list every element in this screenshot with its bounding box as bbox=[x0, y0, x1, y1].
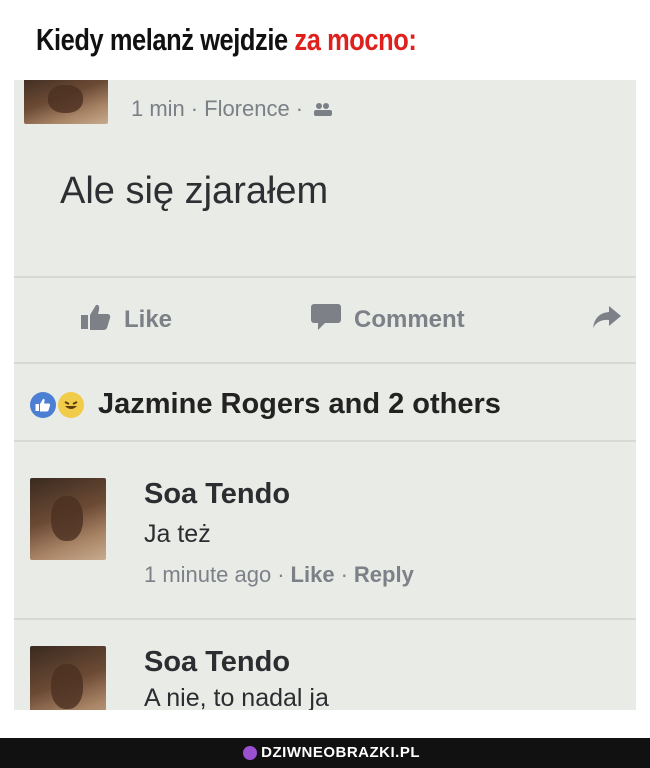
divider bbox=[14, 362, 636, 364]
avatar[interactable] bbox=[24, 80, 108, 124]
divider bbox=[14, 276, 636, 278]
comment-item: Soa Tendo Ja też 1 minute ago · Like · Reply bbox=[14, 478, 636, 598]
avatar[interactable] bbox=[30, 478, 106, 560]
caption-accent-text: za mocno: bbox=[294, 22, 417, 57]
comment-label: Comment bbox=[354, 306, 465, 333]
divider bbox=[14, 440, 636, 442]
comment-text: A nie, to nadal ja bbox=[144, 684, 329, 710]
like-reaction-icon bbox=[30, 391, 56, 418]
comment-author[interactable]: Soa Tendo bbox=[144, 478, 290, 511]
like-label: Like bbox=[124, 306, 173, 333]
reactions-summary[interactable]: Jazmine Rogers and 2 others bbox=[30, 388, 501, 421]
post-location[interactable]: Florence bbox=[204, 96, 290, 121]
haha-reaction-icon bbox=[58, 391, 84, 418]
watermark-text: DZIWNEOBRAZKI.PL bbox=[261, 744, 420, 761]
facebook-post-screenshot: 1 min · Florence · Ale się zjarałem Like Co… bbox=[14, 80, 636, 710]
share-button[interactable] bbox=[592, 298, 622, 342]
comment-text: Ja też bbox=[144, 520, 211, 548]
watermark: DZIWNEOBRAZKI.PL bbox=[243, 744, 420, 761]
like-button[interactable]: Like bbox=[80, 298, 172, 342]
caption-text: Kiedy melanż wejdzie bbox=[36, 22, 295, 57]
post-meta: 1 min · Florence · bbox=[131, 96, 333, 123]
post-text: Ale się zjarałem bbox=[60, 170, 329, 212]
comment-like-link[interactable]: Like bbox=[291, 562, 335, 587]
reaction-names: Jazmine Rogers and 2 others bbox=[98, 388, 501, 420]
comment-bubble-icon bbox=[310, 303, 342, 338]
avatar[interactable] bbox=[30, 646, 106, 710]
share-arrow-icon bbox=[592, 304, 622, 337]
comment-meta: 1 minute ago · Like · Reply bbox=[144, 562, 414, 587]
footer-bar: DZIWNEOBRAZKI.PL bbox=[0, 738, 650, 768]
comment-item: Soa Tendo A nie, to nadal ja bbox=[14, 646, 636, 710]
group-icon bbox=[313, 97, 333, 123]
site-logo-icon bbox=[243, 745, 258, 760]
post-time[interactable]: 1 min bbox=[131, 96, 185, 121]
comment-reply-link[interactable]: Reply bbox=[354, 562, 414, 587]
comment-button[interactable]: Comment bbox=[310, 298, 465, 342]
thumbs-up-icon bbox=[80, 303, 112, 338]
divider bbox=[14, 618, 636, 620]
post-header: 1 min · Florence · bbox=[14, 80, 636, 130]
comment-author[interactable]: Soa Tendo bbox=[144, 646, 290, 679]
meme-caption: Kiedy melanż wejdzie za mocno: bbox=[36, 22, 417, 58]
comment-time[interactable]: 1 minute ago bbox=[144, 562, 271, 587]
